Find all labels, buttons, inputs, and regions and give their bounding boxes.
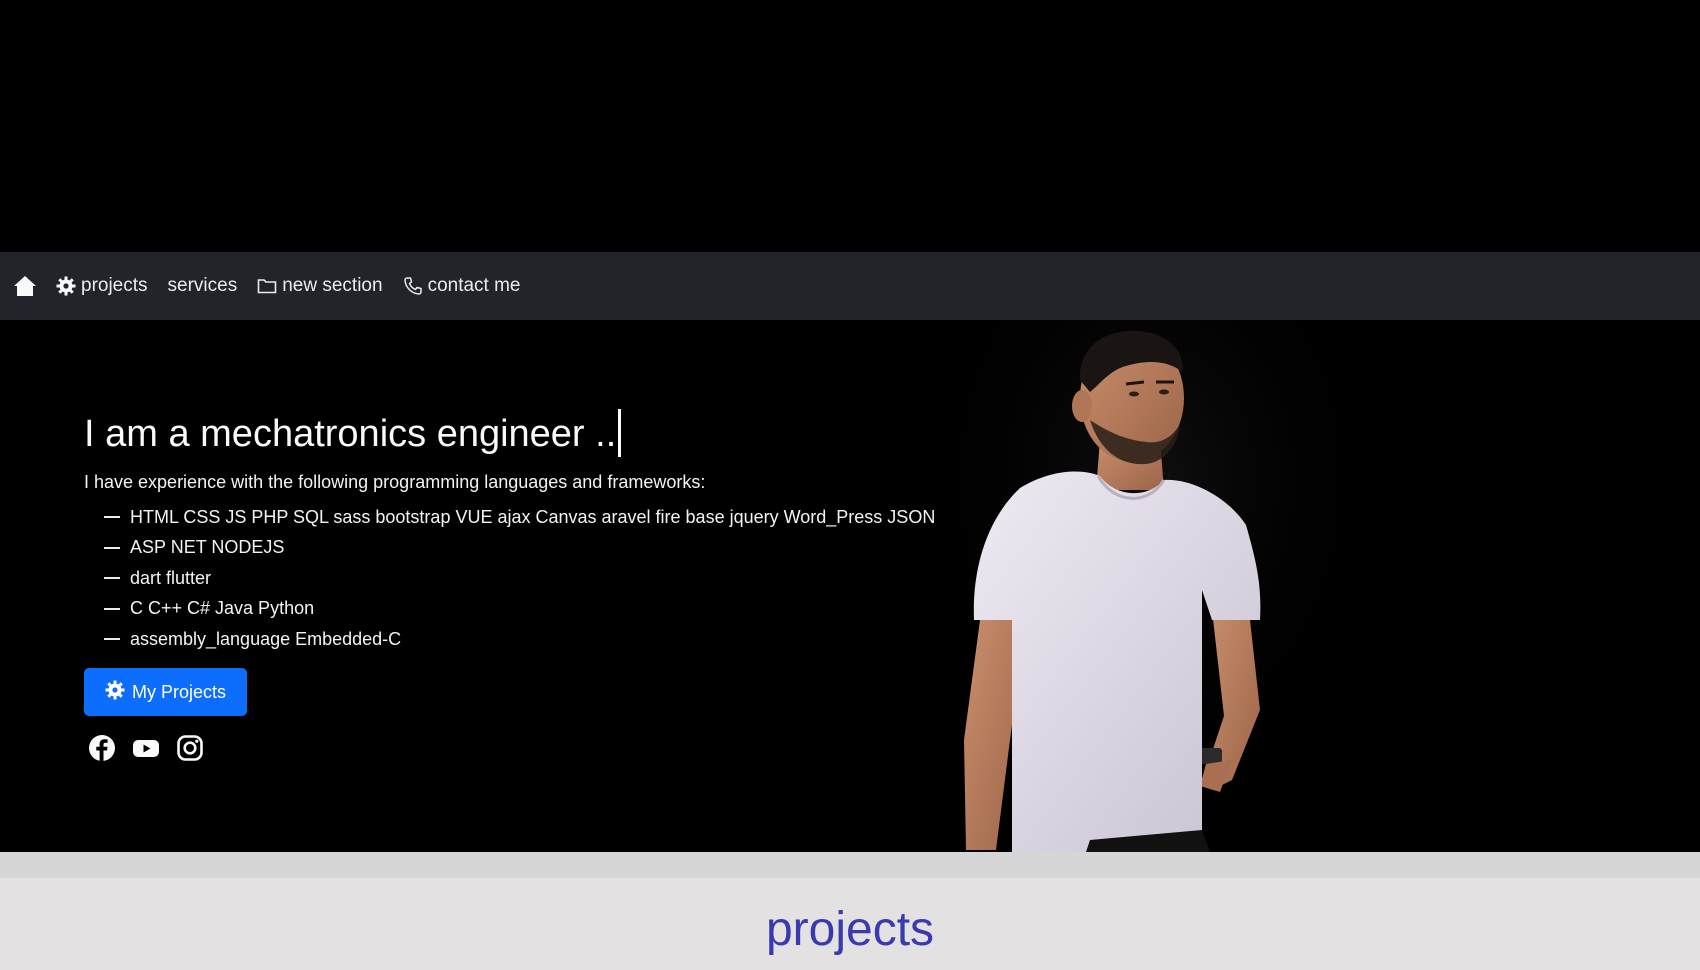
- skill-text: C C++ C# Java Python: [130, 598, 315, 619]
- social-links: [88, 734, 204, 762]
- home-icon[interactable]: [12, 274, 38, 298]
- skill-text: ASP NET NODEJS: [130, 537, 285, 558]
- nav-item-label: new section: [282, 275, 383, 296]
- list-item: C C++ C# Java Python: [104, 594, 935, 625]
- facebook-icon[interactable]: [88, 734, 116, 762]
- navbar: projects services new section contact me: [0, 252, 1700, 320]
- list-item: dart flutter: [104, 563, 935, 594]
- profile-photo: [950, 320, 1350, 852]
- nav-item-label: services: [167, 275, 238, 296]
- nav-item-label: contact me: [427, 275, 521, 296]
- top-black-band: [0, 0, 1700, 252]
- dash-icon: [104, 546, 120, 549]
- button-label: My Projects: [131, 681, 227, 702]
- my-projects-button[interactable]: My Projects: [84, 668, 247, 716]
- section-divider: [0, 852, 1700, 878]
- skill-text: HTML CSS JS PHP SQL sass bootstrap VUE a…: [130, 506, 936, 527]
- nav-item-new-section[interactable]: new section: [257, 275, 383, 297]
- nav-item-label: projects: [81, 275, 148, 296]
- list-item: ASP NET NODEJS: [104, 533, 935, 564]
- phone-icon: [403, 276, 423, 296]
- projects-section: projects: [0, 878, 1700, 970]
- hero-title-text: I am a mechatronics engineer ..: [84, 413, 617, 456]
- dash-icon: [104, 577, 120, 580]
- dash-icon: [104, 638, 120, 641]
- skill-text: dart flutter: [130, 567, 212, 588]
- list-item: HTML CSS JS PHP SQL sass bootstrap VUE a…: [104, 502, 935, 533]
- list-item: assembly_language Embedded-C: [104, 624, 935, 655]
- hero-title: I am a mechatronics engineer ..: [84, 409, 622, 460]
- folder-icon: [257, 277, 277, 295]
- nav-item-contact-me[interactable]: contact me: [403, 275, 521, 297]
- hero-section: I am a mechatronics engineer .. I have e…: [0, 320, 1700, 852]
- hero-intro: I have experience with the following pro…: [84, 472, 706, 492]
- nav-item-projects[interactable]: projects: [56, 275, 148, 297]
- dash-icon: [104, 516, 120, 519]
- gear-icon: [105, 680, 125, 705]
- instagram-icon[interactable]: [176, 734, 204, 762]
- skills-list: HTML CSS JS PHP SQL sass bootstrap VUE a…: [104, 502, 935, 655]
- projects-heading: projects: [765, 903, 935, 956]
- nav-item-services[interactable]: services: [168, 275, 238, 297]
- youtube-icon[interactable]: [132, 734, 160, 762]
- skill-text: assembly_language Embedded-C: [130, 628, 402, 649]
- dash-icon: [104, 607, 120, 610]
- typing-cursor: [618, 409, 622, 457]
- gear-icon: [56, 276, 76, 296]
